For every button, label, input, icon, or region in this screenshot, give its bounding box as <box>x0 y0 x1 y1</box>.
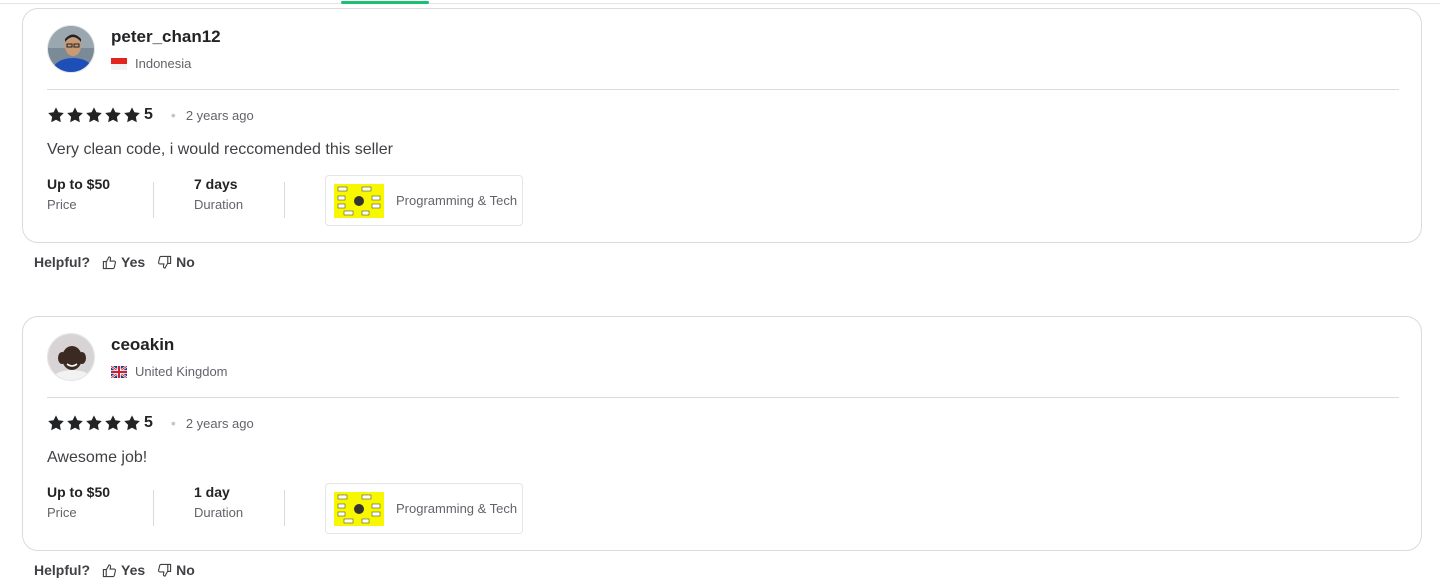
review-time: 2 years ago <box>185 415 254 431</box>
thumbs-up-icon <box>102 563 117 577</box>
star-rating <box>47 414 141 432</box>
price-info: Up to $50 Price <box>47 484 110 520</box>
meta-divider <box>153 490 154 526</box>
helpful-label: Helpful? <box>34 254 90 270</box>
review-time: 2 years ago <box>185 107 254 123</box>
duration-info: 7 days Duration <box>194 176 243 212</box>
helpful-no-button[interactable]: No <box>157 254 195 270</box>
no-label: No <box>176 562 195 578</box>
price-value: Up to $50 <box>47 484 111 500</box>
yes-label: Yes <box>121 562 146 578</box>
thumbs-down-icon <box>158 563 172 577</box>
reviewer-username[interactable]: peter_chan12 <box>111 27 221 47</box>
dot-separator: • <box>170 415 176 431</box>
gig-category: Programming & Tech <box>396 193 518 208</box>
country-name: United Kingdom <box>135 364 228 379</box>
gig-chip[interactable]: Programming & Tech <box>325 483 523 534</box>
avatar[interactable] <box>47 333 95 381</box>
meta-divider <box>284 182 285 218</box>
star-icon <box>85 106 103 124</box>
price-label: Price <box>47 505 77 520</box>
duration-info: 1 day Duration <box>194 484 243 520</box>
star-icon <box>104 414 122 432</box>
rating-value: 5 <box>144 414 153 431</box>
reviewer-country: Indonesia <box>111 56 191 71</box>
indonesia-flag-icon <box>111 57 127 70</box>
price-label: Price <box>47 197 77 212</box>
dot-separator: • <box>170 107 176 123</box>
thumbs-up-icon <box>102 255 117 269</box>
gig-chip[interactable]: Programming & Tech <box>325 175 523 226</box>
helpful-yes-button[interactable]: Yes <box>102 562 145 578</box>
price-value: Up to $50 <box>47 176 111 192</box>
no-label: No <box>176 254 195 270</box>
card-divider <box>47 397 1399 398</box>
meta-divider <box>284 490 285 526</box>
gig-thumbnail <box>334 183 384 218</box>
yes-label: Yes <box>121 254 146 270</box>
country-name: Indonesia <box>135 56 192 71</box>
meta-divider <box>153 182 154 218</box>
avatar[interactable] <box>47 25 95 73</box>
helpful-label: Helpful? <box>34 562 90 578</box>
uk-flag-icon <box>111 365 127 378</box>
star-icon <box>66 414 84 432</box>
star-icon <box>47 414 65 432</box>
star-icon <box>66 106 84 124</box>
reviewer-username[interactable]: ceoakin <box>111 335 174 355</box>
card-divider <box>47 89 1399 90</box>
gig-thumbnail <box>334 491 384 526</box>
duration-label: Duration <box>194 197 244 212</box>
star-icon <box>123 106 141 124</box>
star-rating <box>47 106 141 124</box>
rating-row: 5 • 2 years ago <box>47 414 254 432</box>
duration-value: 7 days <box>194 176 238 192</box>
price-info: Up to $50 Price <box>47 176 110 212</box>
tabs-divider <box>0 3 1440 4</box>
review-card: peter_chan12 Indonesia 5 • 2 years ago V… <box>22 8 1422 243</box>
reviewer-country: United Kingdom <box>111 364 228 379</box>
rating-value: 5 <box>144 106 153 123</box>
review-text: Awesome job! <box>47 449 148 466</box>
thumbs-down-icon <box>158 255 172 269</box>
rating-row: 5 • 2 years ago <box>47 106 254 124</box>
gig-category: Programming & Tech <box>396 501 518 516</box>
duration-value: 1 day <box>194 484 230 500</box>
star-icon <box>47 106 65 124</box>
review-text: Very clean code, i would reccomended thi… <box>47 141 393 158</box>
helpful-row: Helpful? Yes No <box>34 562 207 578</box>
review-card: ceoakin United Kingdom 5 • 2 years ago A… <box>22 316 1422 551</box>
active-tab-indicator <box>341 1 429 4</box>
star-icon <box>85 414 103 432</box>
star-icon <box>123 414 141 432</box>
helpful-row: Helpful? Yes No <box>34 254 207 270</box>
helpful-yes-button[interactable]: Yes <box>102 254 145 270</box>
star-icon <box>104 106 122 124</box>
duration-label: Duration <box>194 505 244 520</box>
helpful-no-button[interactable]: No <box>157 562 195 578</box>
